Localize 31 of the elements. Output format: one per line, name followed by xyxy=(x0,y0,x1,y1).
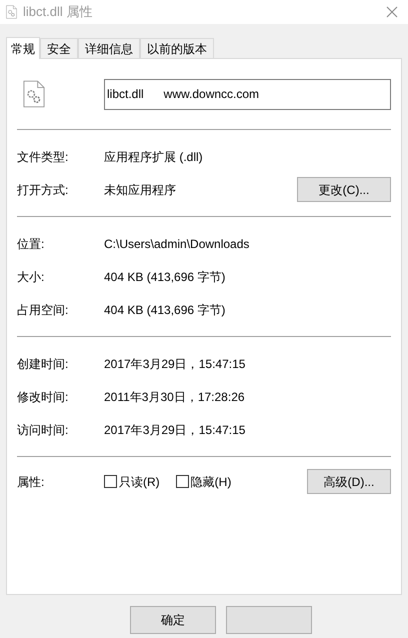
field-label: 位置: xyxy=(17,236,46,252)
advanced-button[interactable]: 高级(D)... xyxy=(307,469,391,494)
field-value: 未知应用程序 xyxy=(104,182,177,198)
ok-button[interactable]: 确定 xyxy=(130,606,216,634)
title-file-icon xyxy=(6,5,17,19)
field-value: 2011年3月30日，17:28:26 xyxy=(104,388,246,406)
change-button[interactable]: 更改(C)... xyxy=(297,177,391,202)
field-label: 文件类型: xyxy=(17,148,70,166)
field-value: 2017年3月29日，15:47:15 xyxy=(104,422,246,438)
field-label: 打开方式: xyxy=(17,182,70,198)
tab[interactable]: 常规 xyxy=(6,37,40,59)
field-value: C:\Users\admin\Downloads xyxy=(104,236,250,252)
field-label: 创建时间: xyxy=(17,356,70,372)
field-value: 404 KB (413,696 字节) xyxy=(104,268,226,286)
close-icon[interactable] xyxy=(386,6,398,18)
tab[interactable]: 详细信息 xyxy=(78,38,140,58)
file-gear-icon xyxy=(23,80,45,108)
attribute-checkbox[interactable]: 隐藏(H) xyxy=(176,472,232,490)
name-field[interactable]: libct.dll www.downcc.com xyxy=(104,78,391,110)
field-value: 2017年3月29日，15:47:15 xyxy=(104,356,246,372)
field-value: 404 KB (413,696 字节) xyxy=(104,302,226,318)
field-label: 属性: xyxy=(17,474,46,490)
field-label: 修改时间: xyxy=(17,388,70,406)
field-label: 大小: xyxy=(17,268,46,286)
attribute-checkbox[interactable]: 只读(R) xyxy=(104,472,160,490)
window-title: libct.dll 属性 xyxy=(23,3,92,22)
tab[interactable]: 以前的版本 xyxy=(140,38,214,58)
tab[interactable]: 安全 xyxy=(40,38,78,58)
field-value: 应用程序扩展 (.dll) xyxy=(104,148,204,166)
field-label: 访问时间: xyxy=(17,422,70,438)
field-label: 占用空间: xyxy=(17,302,70,318)
